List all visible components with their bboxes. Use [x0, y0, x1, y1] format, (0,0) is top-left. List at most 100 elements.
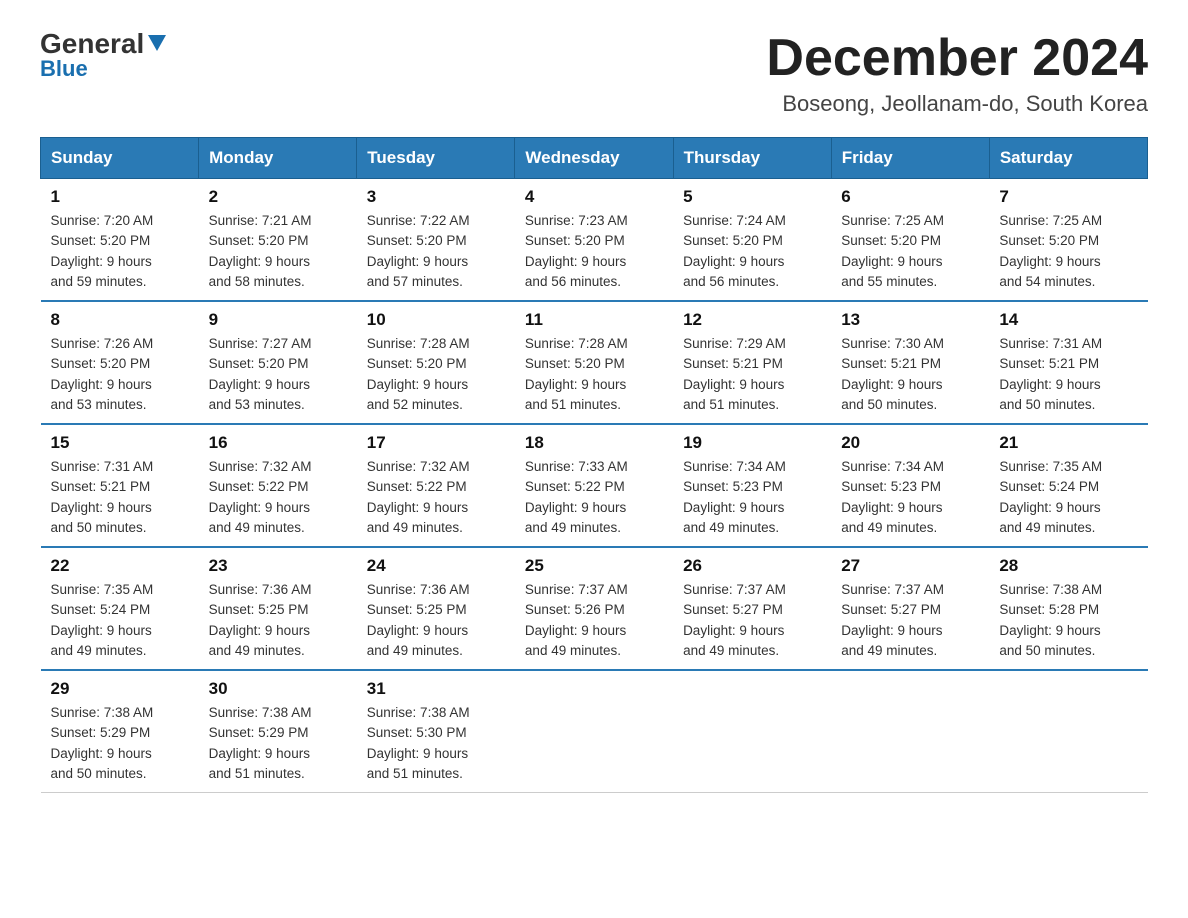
day-number: 19	[683, 433, 821, 453]
day-number: 15	[51, 433, 189, 453]
day-number: 25	[525, 556, 663, 576]
day-info: Sunrise: 7:34 AMSunset: 5:23 PMDaylight:…	[841, 459, 944, 535]
header-thursday: Thursday	[673, 138, 831, 179]
calendar-cell	[989, 670, 1147, 793]
calendar-cell: 4 Sunrise: 7:23 AMSunset: 5:20 PMDayligh…	[515, 179, 673, 302]
calendar-cell: 17 Sunrise: 7:32 AMSunset: 5:22 PMDaylig…	[357, 424, 515, 547]
calendar-cell: 6 Sunrise: 7:25 AMSunset: 5:20 PMDayligh…	[831, 179, 989, 302]
calendar-cell: 18 Sunrise: 7:33 AMSunset: 5:22 PMDaylig…	[515, 424, 673, 547]
day-info: Sunrise: 7:37 AMSunset: 5:27 PMDaylight:…	[841, 582, 944, 658]
calendar-week-row: 1 Sunrise: 7:20 AMSunset: 5:20 PMDayligh…	[41, 179, 1148, 302]
day-info: Sunrise: 7:21 AMSunset: 5:20 PMDaylight:…	[209, 213, 312, 289]
calendar-week-row: 22 Sunrise: 7:35 AMSunset: 5:24 PMDaylig…	[41, 547, 1148, 670]
logo-blue: Blue	[40, 56, 88, 82]
day-info: Sunrise: 7:38 AMSunset: 5:29 PMDaylight:…	[209, 705, 312, 781]
day-number: 17	[367, 433, 505, 453]
calendar-cell: 13 Sunrise: 7:30 AMSunset: 5:21 PMDaylig…	[831, 301, 989, 424]
calendar-cell: 22 Sunrise: 7:35 AMSunset: 5:24 PMDaylig…	[41, 547, 199, 670]
day-number: 20	[841, 433, 979, 453]
day-info: Sunrise: 7:28 AMSunset: 5:20 PMDaylight:…	[525, 336, 628, 412]
calendar-cell: 31 Sunrise: 7:38 AMSunset: 5:30 PMDaylig…	[357, 670, 515, 793]
calendar-subtitle: Boseong, Jeollanam-do, South Korea	[766, 91, 1148, 117]
calendar-cell: 8 Sunrise: 7:26 AMSunset: 5:20 PMDayligh…	[41, 301, 199, 424]
day-info: Sunrise: 7:25 AMSunset: 5:20 PMDaylight:…	[841, 213, 944, 289]
day-number: 4	[525, 187, 663, 207]
header-tuesday: Tuesday	[357, 138, 515, 179]
day-info: Sunrise: 7:22 AMSunset: 5:20 PMDaylight:…	[367, 213, 470, 289]
day-number: 24	[367, 556, 505, 576]
title-block: December 2024 Boseong, Jeollanam-do, Sou…	[766, 30, 1148, 117]
calendar-title: December 2024	[766, 30, 1148, 87]
day-number: 13	[841, 310, 979, 330]
header-monday: Monday	[199, 138, 357, 179]
day-number: 3	[367, 187, 505, 207]
day-info: Sunrise: 7:26 AMSunset: 5:20 PMDaylight:…	[51, 336, 154, 412]
day-number: 26	[683, 556, 821, 576]
calendar-cell	[673, 670, 831, 793]
day-number: 8	[51, 310, 189, 330]
calendar-table: SundayMondayTuesdayWednesdayThursdayFrid…	[40, 137, 1148, 793]
day-info: Sunrise: 7:33 AMSunset: 5:22 PMDaylight:…	[525, 459, 628, 535]
calendar-week-row: 15 Sunrise: 7:31 AMSunset: 5:21 PMDaylig…	[41, 424, 1148, 547]
header-friday: Friday	[831, 138, 989, 179]
calendar-cell: 7 Sunrise: 7:25 AMSunset: 5:20 PMDayligh…	[989, 179, 1147, 302]
calendar-cell: 10 Sunrise: 7:28 AMSunset: 5:20 PMDaylig…	[357, 301, 515, 424]
calendar-week-row: 8 Sunrise: 7:26 AMSunset: 5:20 PMDayligh…	[41, 301, 1148, 424]
logo-general: General	[40, 30, 144, 58]
calendar-cell: 27 Sunrise: 7:37 AMSunset: 5:27 PMDaylig…	[831, 547, 989, 670]
day-info: Sunrise: 7:35 AMSunset: 5:24 PMDaylight:…	[51, 582, 154, 658]
day-info: Sunrise: 7:37 AMSunset: 5:27 PMDaylight:…	[683, 582, 786, 658]
day-number: 10	[367, 310, 505, 330]
day-info: Sunrise: 7:32 AMSunset: 5:22 PMDaylight:…	[367, 459, 470, 535]
calendar-cell: 15 Sunrise: 7:31 AMSunset: 5:21 PMDaylig…	[41, 424, 199, 547]
calendar-cell: 16 Sunrise: 7:32 AMSunset: 5:22 PMDaylig…	[199, 424, 357, 547]
day-number: 5	[683, 187, 821, 207]
day-info: Sunrise: 7:34 AMSunset: 5:23 PMDaylight:…	[683, 459, 786, 535]
day-number: 28	[999, 556, 1137, 576]
calendar-cell	[831, 670, 989, 793]
calendar-cell: 9 Sunrise: 7:27 AMSunset: 5:20 PMDayligh…	[199, 301, 357, 424]
day-info: Sunrise: 7:38 AMSunset: 5:28 PMDaylight:…	[999, 582, 1102, 658]
calendar-cell: 2 Sunrise: 7:21 AMSunset: 5:20 PMDayligh…	[199, 179, 357, 302]
day-number: 30	[209, 679, 347, 699]
day-info: Sunrise: 7:24 AMSunset: 5:20 PMDaylight:…	[683, 213, 786, 289]
day-number: 2	[209, 187, 347, 207]
day-info: Sunrise: 7:28 AMSunset: 5:20 PMDaylight:…	[367, 336, 470, 412]
calendar-cell: 28 Sunrise: 7:38 AMSunset: 5:28 PMDaylig…	[989, 547, 1147, 670]
day-number: 22	[51, 556, 189, 576]
day-info: Sunrise: 7:30 AMSunset: 5:21 PMDaylight:…	[841, 336, 944, 412]
day-number: 16	[209, 433, 347, 453]
day-info: Sunrise: 7:20 AMSunset: 5:20 PMDaylight:…	[51, 213, 154, 289]
day-number: 14	[999, 310, 1137, 330]
calendar-cell: 5 Sunrise: 7:24 AMSunset: 5:20 PMDayligh…	[673, 179, 831, 302]
day-number: 6	[841, 187, 979, 207]
logo-triangle-icon	[146, 31, 168, 53]
day-info: Sunrise: 7:36 AMSunset: 5:25 PMDaylight:…	[367, 582, 470, 658]
calendar-cell: 1 Sunrise: 7:20 AMSunset: 5:20 PMDayligh…	[41, 179, 199, 302]
header-saturday: Saturday	[989, 138, 1147, 179]
day-number: 12	[683, 310, 821, 330]
calendar-cell	[515, 670, 673, 793]
calendar-week-row: 29 Sunrise: 7:38 AMSunset: 5:29 PMDaylig…	[41, 670, 1148, 793]
calendar-cell: 21 Sunrise: 7:35 AMSunset: 5:24 PMDaylig…	[989, 424, 1147, 547]
calendar-cell: 25 Sunrise: 7:37 AMSunset: 5:26 PMDaylig…	[515, 547, 673, 670]
day-number: 9	[209, 310, 347, 330]
day-info: Sunrise: 7:38 AMSunset: 5:29 PMDaylight:…	[51, 705, 154, 781]
logo: General Blue	[40, 30, 168, 82]
day-info: Sunrise: 7:35 AMSunset: 5:24 PMDaylight:…	[999, 459, 1102, 535]
calendar-cell: 14 Sunrise: 7:31 AMSunset: 5:21 PMDaylig…	[989, 301, 1147, 424]
day-number: 29	[51, 679, 189, 699]
day-info: Sunrise: 7:37 AMSunset: 5:26 PMDaylight:…	[525, 582, 628, 658]
day-info: Sunrise: 7:29 AMSunset: 5:21 PMDaylight:…	[683, 336, 786, 412]
day-number: 27	[841, 556, 979, 576]
day-info: Sunrise: 7:36 AMSunset: 5:25 PMDaylight:…	[209, 582, 312, 658]
calendar-cell: 20 Sunrise: 7:34 AMSunset: 5:23 PMDaylig…	[831, 424, 989, 547]
day-number: 18	[525, 433, 663, 453]
day-number: 23	[209, 556, 347, 576]
header-wednesday: Wednesday	[515, 138, 673, 179]
page-header: General Blue December 2024 Boseong, Jeol…	[40, 30, 1148, 117]
day-info: Sunrise: 7:31 AMSunset: 5:21 PMDaylight:…	[51, 459, 154, 535]
header-sunday: Sunday	[41, 138, 199, 179]
day-number: 7	[999, 187, 1137, 207]
day-number: 31	[367, 679, 505, 699]
